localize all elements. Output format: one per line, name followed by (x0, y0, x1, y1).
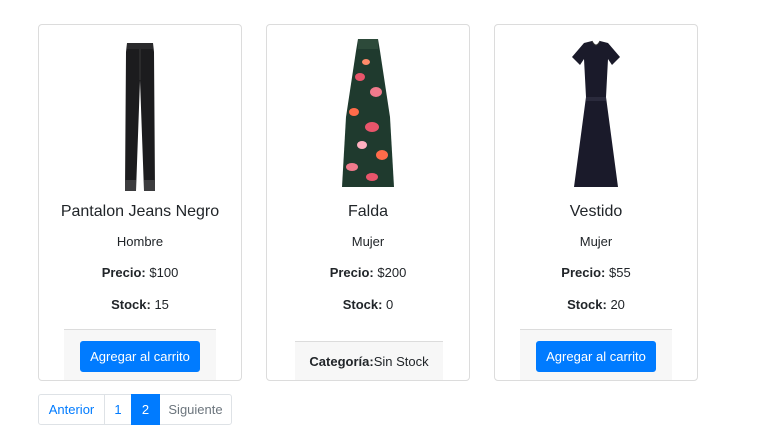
product-image (267, 31, 469, 203)
product-stock: Stock: 0 (267, 297, 469, 312)
product-image (39, 31, 241, 203)
stock-value: 15 (150, 297, 169, 312)
add-to-cart-button[interactable]: Agregar al carrito (80, 341, 200, 372)
product-card: Pantalon Jeans Negro Hombre Precio: $100… (38, 24, 242, 381)
price-value: $55 (605, 265, 631, 280)
pagination: Anterior 1 2 Siguiente (38, 394, 232, 425)
product-card: Falda Mujer Precio: $200 Stock: 0 Catego… (266, 24, 470, 381)
stock-status: Sin Stock (373, 353, 429, 369)
price-value: $100 (145, 265, 179, 280)
product-category: Mujer (351, 234, 385, 249)
black-dress-icon (572, 40, 620, 187)
pagination-next[interactable]: Siguiente (159, 394, 232, 425)
pagination-page-1[interactable]: 1 (104, 394, 132, 425)
category-label: Categoría: (309, 353, 374, 369)
stock-value: 0 (382, 297, 394, 312)
black-jeans-icon (125, 42, 155, 191)
card-footer: Agregar al carrito (64, 329, 216, 380)
floral-skirt-icon (342, 39, 394, 187)
product-stock: Stock: 15 (39, 297, 241, 312)
out-of-stock-footer: Categoría: Sin Stock (295, 341, 443, 380)
stock-label: Stock: (111, 297, 151, 312)
product-name: Pantalon Jeans Negro (60, 203, 220, 220)
product-stock: Stock: 20 (495, 297, 697, 312)
product-card: Vestido Mujer Precio: $55 Stock: 20 Agre… (494, 24, 698, 381)
pagination-previous[interactable]: Anterior (38, 394, 105, 425)
product-name: Falda (347, 203, 389, 220)
product-price: Precio: $55 (495, 265, 697, 280)
price-label: Precio: (101, 265, 146, 280)
price-value: $200 (373, 265, 407, 280)
product-category: Hombre (116, 234, 164, 249)
product-image (495, 31, 697, 203)
stock-label: Stock: (342, 297, 383, 312)
pagination-page-2[interactable]: 2 (131, 394, 160, 425)
stock-label: Stock: (567, 297, 607, 312)
product-price: Precio: $100 (39, 265, 241, 280)
price-label: Precio: (561, 265, 606, 280)
stock-value: 20 (606, 297, 625, 312)
price-label: Precio: (329, 265, 374, 280)
card-footer: Agregar al carrito (520, 329, 672, 380)
product-category: Mujer (579, 234, 613, 249)
product-price: Precio: $200 (267, 265, 469, 280)
product-name: Vestido (569, 203, 623, 220)
add-to-cart-button[interactable]: Agregar al carrito (536, 341, 656, 372)
